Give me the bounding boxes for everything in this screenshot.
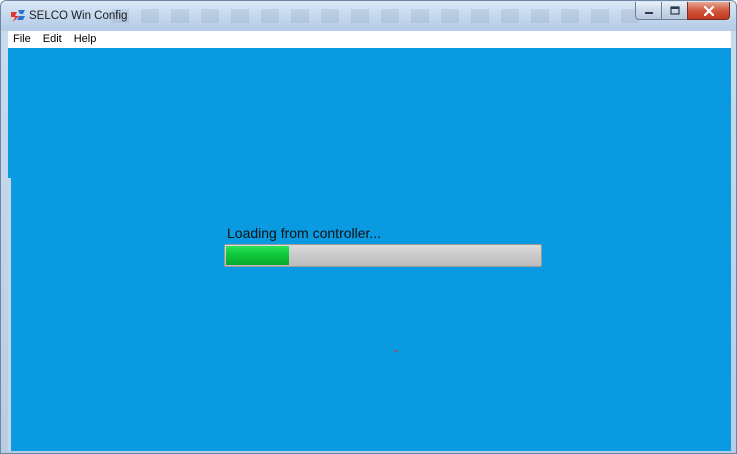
menu-item-help[interactable]: Help bbox=[68, 31, 103, 48]
caption-buttons bbox=[635, 2, 730, 21]
minimize-icon bbox=[644, 11, 653, 14]
progress-bar-fill bbox=[226, 246, 289, 265]
main-client-area: Loading from controller... bbox=[8, 48, 731, 451]
menu-item-file[interactable]: File bbox=[8, 31, 37, 48]
close-icon bbox=[703, 5, 714, 16]
close-button[interactable] bbox=[687, 2, 730, 20]
left-edge-strip bbox=[8, 178, 11, 451]
minimize-button[interactable] bbox=[635, 2, 661, 20]
window-title: SELCO Win Config bbox=[29, 10, 128, 22]
titlebar-background-ghost bbox=[111, 9, 651, 23]
loading-progress-bar bbox=[224, 244, 542, 267]
title-bar[interactable]: SELCO Win Config bbox=[1, 1, 736, 31]
app-window: SELCO Win Config File Edit Help Loading … bbox=[0, 0, 737, 454]
red-dot-artifact bbox=[395, 350, 397, 352]
loading-status-label: Loading from controller... bbox=[227, 225, 382, 241]
selco-app-icon[interactable] bbox=[11, 10, 25, 22]
maximize-button[interactable] bbox=[661, 2, 687, 20]
menu-bar: File Edit Help bbox=[8, 31, 731, 48]
menu-item-edit[interactable]: Edit bbox=[37, 31, 68, 48]
maximize-icon bbox=[669, 6, 680, 15]
